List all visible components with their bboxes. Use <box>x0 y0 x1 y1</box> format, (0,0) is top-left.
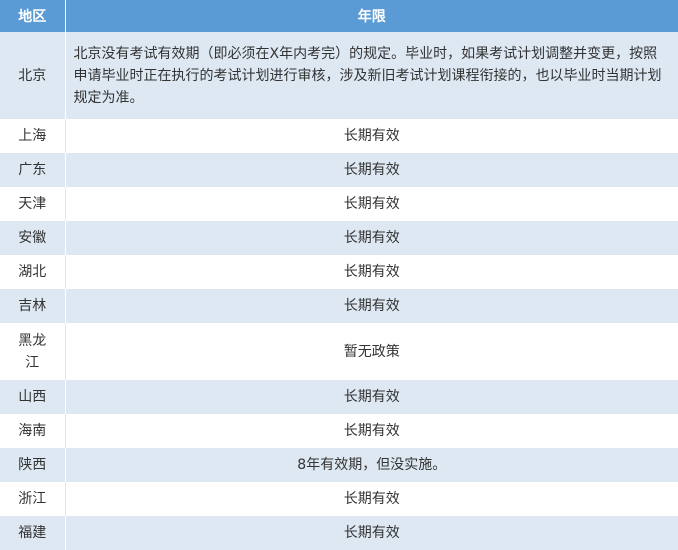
term-cell: 长期有效 <box>65 380 678 414</box>
table-row: 天津 长期有效 <box>0 187 678 221</box>
term-cell: 长期有效 <box>65 221 678 255</box>
table-row: 湖北 长期有效 <box>0 255 678 289</box>
table-row: 海南 长期有效 <box>0 414 678 448</box>
table-row: 福建 长期有效 <box>0 516 678 550</box>
term-cell: 长期有效 <box>65 482 678 516</box>
region-cell: 黑龙江 <box>0 323 66 380</box>
term-cell: 长期有效 <box>65 516 678 550</box>
table-row: 浙江 长期有效 <box>0 482 678 516</box>
table-row: 上海 长期有效 <box>0 119 678 153</box>
region-cell: 安徽 <box>0 221 66 255</box>
term-cell: 长期有效 <box>65 414 678 448</box>
region-label: 黑龙江 <box>18 332 47 371</box>
table-row: 黑龙江 暂无政策 <box>0 323 678 380</box>
region-cell: 吉林 <box>0 289 66 323</box>
region-cell: 上海 <box>0 119 66 153</box>
table-row: 北京 北京没有考试有效期（即必须在X年内考完）的规定。毕业时，如果考试计划调整并… <box>0 32 678 119</box>
table-header-row: 地区 年限 <box>0 0 678 32</box>
term-cell: 暂无政策 <box>65 323 678 380</box>
region-cell: 北京 <box>0 32 66 119</box>
region-cell: 广东 <box>0 153 66 187</box>
region-cell: 海南 <box>0 414 66 448</box>
table-row: 安徽 长期有效 <box>0 221 678 255</box>
term-cell: 长期有效 <box>65 289 678 323</box>
table-row: 陕西 8年有效期，但没实施。 <box>0 448 678 482</box>
term-cell: 北京没有考试有效期（即必须在X年内考完）的规定。毕业时，如果考试计划调整并变更，… <box>65 32 678 119</box>
table-row: 山西 长期有效 <box>0 380 678 414</box>
term-cell: 8年有效期，但没实施。 <box>65 448 678 482</box>
header-region: 地区 <box>0 0 66 32</box>
term-cell: 长期有效 <box>65 119 678 153</box>
term-cell: 长期有效 <box>65 153 678 187</box>
term-cell: 长期有效 <box>65 255 678 289</box>
table-row: 吉林 长期有效 <box>0 289 678 323</box>
region-cell: 陕西 <box>0 448 66 482</box>
exam-validity-table: 地区 年限 北京 北京没有考试有效期（即必须在X年内考完）的规定。毕业时，如果考… <box>0 0 678 550</box>
term-cell: 长期有效 <box>65 187 678 221</box>
header-term: 年限 <box>65 0 678 32</box>
region-cell: 浙江 <box>0 482 66 516</box>
region-cell: 福建 <box>0 516 66 550</box>
table-row: 广东 长期有效 <box>0 153 678 187</box>
region-cell: 湖北 <box>0 255 66 289</box>
region-cell: 天津 <box>0 187 66 221</box>
region-cell: 山西 <box>0 380 66 414</box>
